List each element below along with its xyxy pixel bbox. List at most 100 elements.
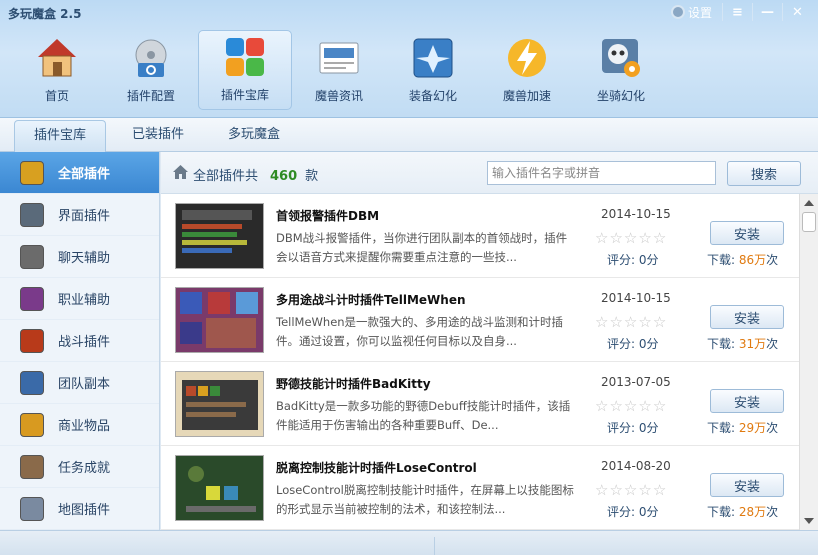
dl-number: 86万 xyxy=(738,253,767,267)
install-button[interactable]: 安装 xyxy=(710,221,784,245)
count-suffix: 款 xyxy=(305,169,319,184)
nav-label: 首页 xyxy=(44,89,69,103)
search-button[interactable]: 搜索 xyxy=(727,161,801,186)
tab-duowan[interactable]: 多玩魔盒 xyxy=(208,120,300,152)
news-icon xyxy=(316,35,362,81)
plugin-row[interactable]: 多用途战斗计时插件TellMeWhen TellMeWhen是一款强大的、多用途… xyxy=(161,278,799,362)
interface-icon xyxy=(20,202,44,227)
star-icon: ☆ xyxy=(638,313,652,331)
star-icon: ☆ xyxy=(595,229,609,247)
nav-plugin-config[interactable]: 插件配置 xyxy=(104,30,198,110)
status-bar xyxy=(0,530,818,555)
all-plugins-icon xyxy=(20,160,44,185)
sidebar-item-combat[interactable]: 战斗插件 xyxy=(0,320,159,362)
dl-suffix: 次 xyxy=(766,505,779,519)
plugin-date: 2014-10-15 xyxy=(601,207,671,221)
scroll-down-icon[interactable] xyxy=(804,518,814,524)
plugin-date: 2014-10-15 xyxy=(601,291,671,305)
sidebar-item-raid[interactable]: 团队副本 xyxy=(0,362,159,404)
nav-transmog[interactable]: 装备幻化 xyxy=(386,30,480,110)
rating-stars: ☆ ☆ ☆ ☆ ☆ xyxy=(595,230,667,246)
sidebar-item-label: 职业辅助 xyxy=(58,293,111,308)
dl-prefix: 下载: xyxy=(707,253,736,267)
plugin-score: 评分: 0分 xyxy=(607,337,659,351)
install-button[interactable]: 安装 xyxy=(710,473,784,497)
nav-accelerate[interactable]: 魔兽加速 xyxy=(480,30,574,110)
trade-icon xyxy=(20,412,44,437)
tab-plugin-store[interactable]: 插件宝库 xyxy=(14,120,106,152)
sidebar-item-quest[interactable]: 任务成就 xyxy=(0,446,159,488)
dl-prefix: 下载: xyxy=(707,337,736,351)
nav-home[interactable]: 首页 xyxy=(10,30,104,110)
transmog-icon xyxy=(410,35,456,81)
dl-suffix: 次 xyxy=(766,253,779,267)
list-toolbar: 全部插件共 460 款 搜索 xyxy=(161,152,818,194)
sidebar-item-class[interactable]: 职业辅助 xyxy=(0,278,159,320)
nav-news[interactable]: 魔兽资讯 xyxy=(292,30,386,110)
count-prefix: 全部插件共 xyxy=(193,169,259,184)
chat-icon xyxy=(20,244,44,269)
sidebar-item-label: 聊天辅助 xyxy=(58,251,111,266)
nav-label: 坐骑幻化 xyxy=(596,89,645,103)
plugin-store-icon xyxy=(222,34,268,80)
close-button[interactable]: ✕ xyxy=(782,3,812,21)
plugin-description: DBM战斗报警插件，当你进行团队副本的首领战时，插件会以语音方式来提醒你需要重点… xyxy=(276,231,568,264)
app-header: 多玩魔盒 2.5 设置 ≡ — ✕ 首页 插件配置 插件宝库 魔兽资讯 装备幻化… xyxy=(0,0,818,118)
star-icon: ☆ xyxy=(623,229,638,247)
sidebar-item-label: 任务成就 xyxy=(58,461,111,476)
minimize-button[interactable]: — xyxy=(752,3,782,21)
gear-icon xyxy=(670,5,685,19)
star-icon: ☆ xyxy=(652,481,667,499)
sidebar-item-trade[interactable]: 商业物品 xyxy=(0,404,159,446)
scroll-up-icon[interactable] xyxy=(804,200,814,206)
plugin-score: 评分: 0分 xyxy=(607,253,659,267)
rating-stars: ☆ ☆ ☆ ☆ ☆ xyxy=(595,398,667,414)
main-nav: 首页 插件配置 插件宝库 魔兽资讯 装备幻化 魔兽加速 坐骑幻化 xyxy=(10,30,668,110)
rating-stars: ☆ ☆ ☆ ☆ ☆ xyxy=(595,314,667,330)
dl-number: 31万 xyxy=(738,337,767,351)
sidebar-item-chat[interactable]: 聊天辅助 xyxy=(0,236,159,278)
settings-label: 设置 xyxy=(687,5,712,20)
menu-button[interactable]: ≡ xyxy=(722,3,752,21)
plugin-thumbnail xyxy=(175,287,264,353)
nav-mount[interactable]: 坐骑幻化 xyxy=(574,30,668,110)
star-icon: ☆ xyxy=(638,397,652,415)
nav-label: 魔兽资讯 xyxy=(314,89,363,103)
nav-plugin-store[interactable]: 插件宝库 xyxy=(198,30,292,110)
plugin-row[interactable]: 首领报警插件DBM DBM战斗报警插件，当你进行团队副本的首领战时，插件会以语音… xyxy=(161,194,799,278)
star-icon: ☆ xyxy=(595,397,609,415)
sidebar-item-label: 团队副本 xyxy=(58,377,111,392)
plugin-row[interactable]: 野德技能计时插件BadKitty BadKitty是一款多功能的野德Debuff… xyxy=(161,362,799,446)
plugin-description: BadKitty是一款多功能的野德Debuff技能计时插件，该插件能适用于伤害输… xyxy=(276,399,571,432)
sidebar-item-interface[interactable]: 界面插件 xyxy=(0,194,159,236)
sidebar-item-label: 界面插件 xyxy=(58,209,111,224)
sidebar-item-map[interactable]: 地图插件 xyxy=(0,488,159,530)
plugin-score: 评分: 0分 xyxy=(607,505,659,519)
star-icon: ☆ xyxy=(652,397,667,415)
nav-label: 插件宝库 xyxy=(220,88,269,102)
nav-label: 魔兽加速 xyxy=(502,89,551,103)
plugin-date: 2014-08-20 xyxy=(601,459,671,473)
tab-installed[interactable]: 已装插件 xyxy=(112,120,204,152)
sidebar-item-all[interactable]: 全部插件 xyxy=(0,152,159,194)
plugin-row[interactable]: 脱离控制技能计时插件LoseControl LoseControl脱离控制技能计… xyxy=(161,446,799,530)
disc-settings-icon xyxy=(128,35,174,81)
download-count: 下载: 86万次 xyxy=(707,251,778,268)
star-icon: ☆ xyxy=(623,397,638,415)
plugin-description: TellMeWhen是一款强大的、多用途的战斗监测和计时插件。通过设置，你可以监… xyxy=(276,315,564,348)
search-input[interactable] xyxy=(487,161,716,185)
install-button[interactable]: 安装 xyxy=(710,305,784,329)
plugin-name: 多用途战斗计时插件TellMeWhen xyxy=(276,293,466,307)
status-divider xyxy=(434,537,435,555)
star-icon: ☆ xyxy=(609,397,623,415)
list-scrollbar[interactable] xyxy=(799,194,818,530)
install-button[interactable]: 安装 xyxy=(710,389,784,413)
download-count: 下载: 28万次 xyxy=(707,503,778,520)
skull-gear-icon xyxy=(598,35,644,81)
star-icon: ☆ xyxy=(638,229,652,247)
download-count: 下载: 31万次 xyxy=(707,335,778,352)
scroll-thumb[interactable] xyxy=(802,212,816,232)
star-icon: ☆ xyxy=(652,229,667,247)
plugin-date: 2013-07-05 xyxy=(601,375,671,389)
settings-button[interactable]: 设置 xyxy=(670,4,712,21)
